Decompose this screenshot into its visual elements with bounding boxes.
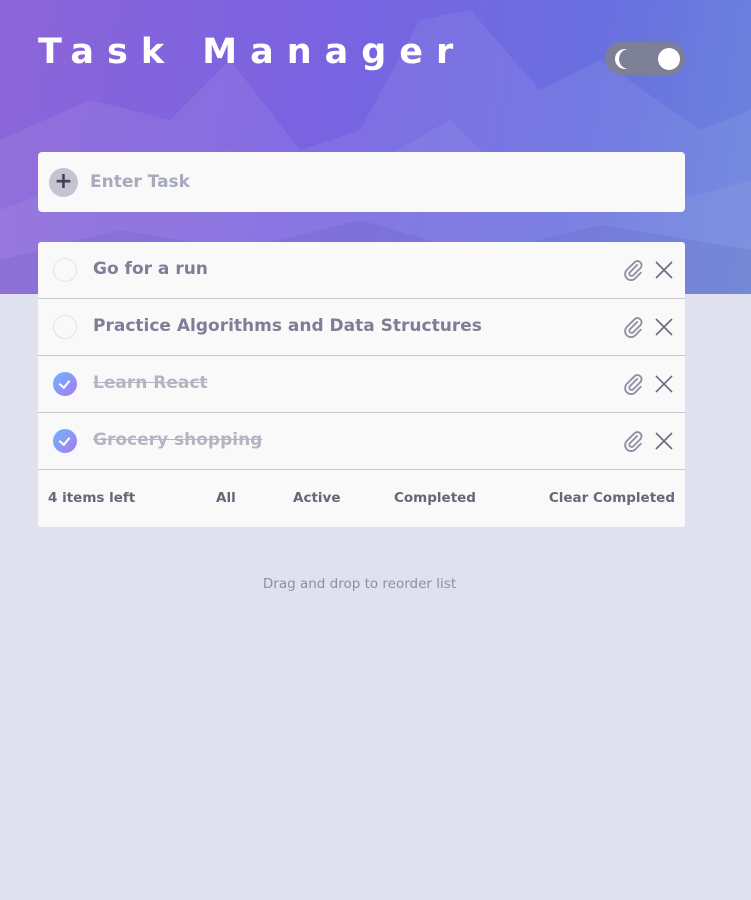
paperclip-icon[interactable] — [622, 373, 644, 395]
toggle-knob — [658, 48, 680, 70]
filter-completed[interactable]: Completed — [394, 490, 476, 506]
task-label: Practice Algorithms and Data Structures — [93, 316, 482, 336]
task-list: Go for a run Practice Algorithms and Dat… — [38, 242, 685, 527]
task-row[interactable]: Learn React — [38, 356, 685, 413]
close-icon[interactable] — [654, 374, 674, 394]
paperclip-icon[interactable] — [622, 316, 644, 338]
clear-completed-button[interactable]: Clear Completed — [549, 490, 675, 506]
task-label: Grocery shopping — [93, 430, 263, 450]
task-checkbox[interactable] — [53, 315, 77, 339]
theme-toggle[interactable] — [605, 42, 685, 75]
items-left-count: 4 items left — [48, 490, 136, 506]
check-icon — [58, 376, 71, 390]
task-row[interactable]: Practice Algorithms and Data Structures — [38, 299, 685, 356]
check-icon — [58, 433, 71, 447]
close-icon[interactable] — [654, 431, 674, 451]
list-footer: 4 items left All Active Completed Clear … — [38, 470, 685, 527]
filter-all[interactable]: All — [216, 490, 236, 506]
task-row[interactable]: Go for a run — [38, 242, 685, 299]
task-row[interactable]: Grocery shopping — [38, 413, 685, 470]
reorder-hint: Drag and drop to reorder list — [262, 576, 457, 592]
task-checkbox-checked[interactable] — [53, 429, 77, 453]
task-entry: + — [38, 152, 685, 212]
page-title: Task Manager — [38, 32, 467, 72]
task-checkbox[interactable] — [53, 258, 77, 282]
paperclip-icon[interactable] — [622, 430, 644, 452]
paperclip-icon[interactable] — [622, 259, 644, 281]
plus-icon[interactable]: + — [49, 168, 78, 197]
filter-active[interactable]: Active — [293, 490, 341, 506]
task-input[interactable] — [88, 166, 672, 198]
task-label: Learn React — [93, 373, 208, 393]
task-label: Go for a run — [93, 259, 208, 279]
task-checkbox-checked[interactable] — [53, 372, 77, 396]
close-icon[interactable] — [654, 317, 674, 337]
moon-icon — [619, 49, 639, 69]
close-icon[interactable] — [654, 260, 674, 280]
